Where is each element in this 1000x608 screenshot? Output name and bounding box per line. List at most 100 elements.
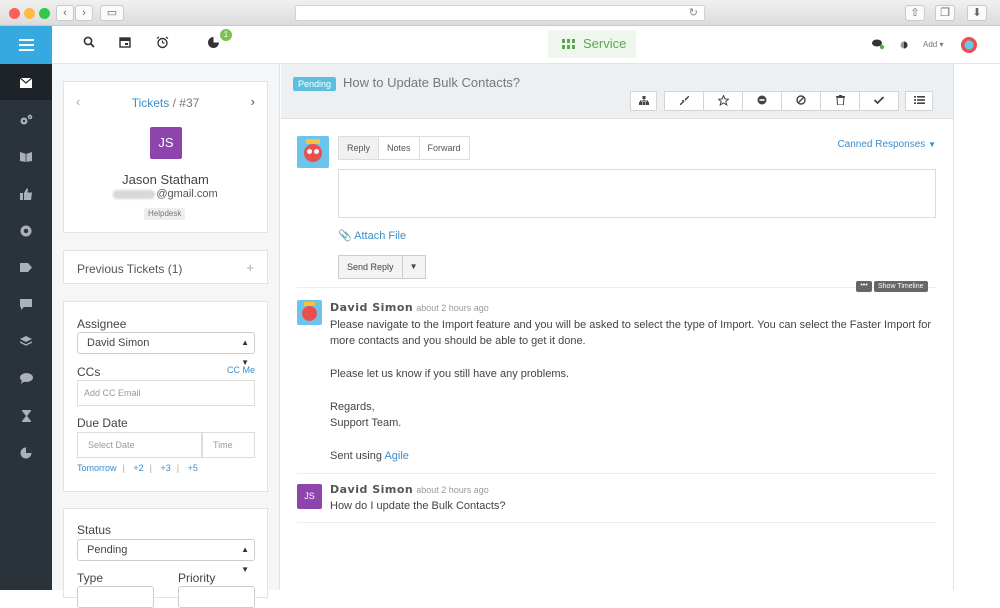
type-select[interactable] — [77, 586, 154, 608]
block-button[interactable] — [781, 91, 821, 111]
add-dropdown[interactable]: Add ▾ — [923, 40, 943, 49]
tab-forward[interactable]: Forward — [418, 136, 470, 160]
list-view-button[interactable] — [905, 91, 933, 111]
status-label: Status — [77, 523, 112, 537]
sidebar-item-support[interactable] — [0, 212, 52, 248]
sidebar-item-reports[interactable] — [0, 434, 52, 470]
timeline-more-button[interactable]: ••• — [856, 281, 872, 292]
agile-link[interactable]: Agile — [384, 450, 408, 462]
minus-circle-icon — [757, 95, 767, 105]
star-button[interactable] — [703, 91, 743, 111]
expand-plus-icon[interactable]: + — [246, 260, 254, 275]
next-ticket-arrow[interactable]: › — [251, 94, 255, 109]
quick-date-plus-5[interactable]: +5 — [188, 463, 198, 473]
status-select[interactable]: Pending ▲ ▼ — [77, 539, 255, 574]
ccs-label: CCs — [77, 365, 101, 379]
contact-avatar[interactable]: JS — [150, 127, 182, 159]
assignee-label: Assignee — [77, 317, 127, 331]
tabs-button[interactable]: ❐ — [935, 5, 955, 21]
ticket-main: Pending How to Update Bulk Contacts? Rep… — [281, 64, 953, 590]
redacted-email-user — [113, 189, 156, 199]
message-signature: Sent using Agile — [330, 450, 409, 462]
sidebar-toggle-button[interactable]: ▭ — [100, 5, 124, 21]
send-reply-group: Send Reply ▼ — [338, 255, 426, 279]
compress-icon — [679, 95, 689, 106]
sidebar-item-tags[interactable] — [0, 249, 52, 285]
attach-file-label: Attach File — [354, 230, 407, 242]
sidebar-item-layers[interactable] — [0, 323, 52, 359]
right-gutter — [953, 64, 1000, 590]
add-label: Add — [923, 40, 938, 49]
quick-date-tomorrow[interactable]: Tomorrow — [77, 463, 117, 473]
status-card: Status Pending ▲ ▼ Type Priority — [63, 508, 268, 608]
show-timeline-button[interactable]: Show Timeline — [874, 281, 928, 292]
grid-icon — [562, 39, 575, 49]
contact-tag[interactable]: Helpdesk — [144, 208, 186, 220]
menu-toggle-button[interactable] — [0, 26, 52, 64]
message-avatar — [297, 300, 322, 325]
share-button[interactable]: ⇧ — [905, 5, 925, 21]
notification-badge: 1 — [220, 29, 232, 41]
due-time-input[interactable]: Time — [202, 432, 255, 458]
canned-responses-dropdown[interactable]: Canned Responses ▼ — [837, 139, 936, 150]
sidebar-item-time[interactable] — [0, 397, 52, 433]
message-text: How do I update the Bulk Contacts? — [330, 500, 506, 512]
quick-date-plus-3[interactable]: +3 — [161, 463, 171, 473]
caret-down-icon: ▼ — [409, 262, 418, 271]
tab-notes[interactable]: Notes — [378, 136, 420, 160]
chat-status-icon[interactable] — [870, 38, 886, 54]
merge-button[interactable] — [664, 91, 704, 111]
back-button[interactable]: ‹ — [56, 5, 74, 21]
maximize-window-button[interactable] — [39, 8, 50, 19]
priority-label: Priority — [178, 571, 216, 585]
close-window-button[interactable] — [9, 8, 20, 19]
app-topbar: 1 Service Add ▾ — [0, 26, 1000, 64]
send-options-dropdown[interactable]: ▼ — [401, 255, 426, 279]
attach-file-link[interactable]: 📎 Attach File — [338, 229, 406, 242]
tab-reply[interactable]: Reply — [338, 136, 380, 160]
sidebar-item-knowledge[interactable] — [0, 138, 52, 174]
sidebar-item-conversations[interactable] — [0, 360, 52, 396]
cc-me-link[interactable]: CC Me — [227, 365, 255, 375]
assignee-value: David Simon — [87, 337, 150, 349]
assignee-select[interactable]: David Simon ▲ ▼ — [77, 332, 255, 367]
contact-name[interactable]: Jason Statham — [64, 172, 267, 187]
message-avatar: JS — [297, 484, 322, 509]
calendar-icon[interactable] — [117, 36, 133, 52]
cc-email-input[interactable]: Add CC Email — [77, 380, 255, 406]
ticket-details-panel: ‹ Tickets / #37 › JS Jason Statham @gmai… — [52, 64, 280, 608]
service-label: Service — [583, 36, 627, 51]
reply-textarea[interactable] — [338, 169, 936, 218]
status-badge: Pending — [293, 77, 337, 91]
tickets-link[interactable]: Tickets — [132, 96, 170, 110]
sidebar-item-feedback[interactable] — [0, 175, 52, 211]
sidebar-item-chat[interactable] — [0, 286, 52, 322]
ban-icon — [796, 95, 806, 106]
alarm-clock-icon[interactable] — [154, 36, 170, 52]
downloads-button[interactable]: ⬇ — [967, 5, 987, 21]
send-reply-button[interactable]: Send Reply — [338, 255, 403, 279]
forward-button[interactable]: › — [75, 5, 93, 21]
minimize-window-button[interactable] — [24, 8, 35, 19]
delete-button[interactable] — [820, 91, 860, 111]
search-icon[interactable] — [81, 36, 97, 52]
sent-using-text: Sent using — [330, 450, 385, 462]
toggle-theme-icon[interactable] — [896, 38, 912, 54]
resolve-button[interactable] — [859, 91, 899, 111]
previous-tickets-card[interactable]: Previous Tickets (1) + — [63, 250, 268, 284]
reload-icon[interactable]: ↻ — [689, 6, 698, 19]
service-app-button[interactable]: Service — [548, 30, 636, 58]
lifebuoy-icon — [20, 225, 32, 237]
user-avatar[interactable] — [961, 37, 977, 53]
due-date-input[interactable]: Select Date — [77, 432, 202, 458]
pie-chart-icon[interactable] — [205, 36, 221, 52]
message-time: about 2 hours ago — [416, 485, 489, 495]
quick-date-plus-2[interactable]: +2 — [133, 463, 143, 473]
sidebar-item-mail[interactable] — [0, 64, 52, 100]
status-value: Pending — [87, 544, 128, 556]
priority-select[interactable] — [178, 586, 255, 608]
sidebar-item-settings[interactable] — [0, 101, 52, 137]
address-bar[interactable]: ↻ — [295, 5, 705, 21]
minus-circle-button[interactable] — [742, 91, 782, 111]
hierarchy-button[interactable] — [630, 91, 657, 111]
